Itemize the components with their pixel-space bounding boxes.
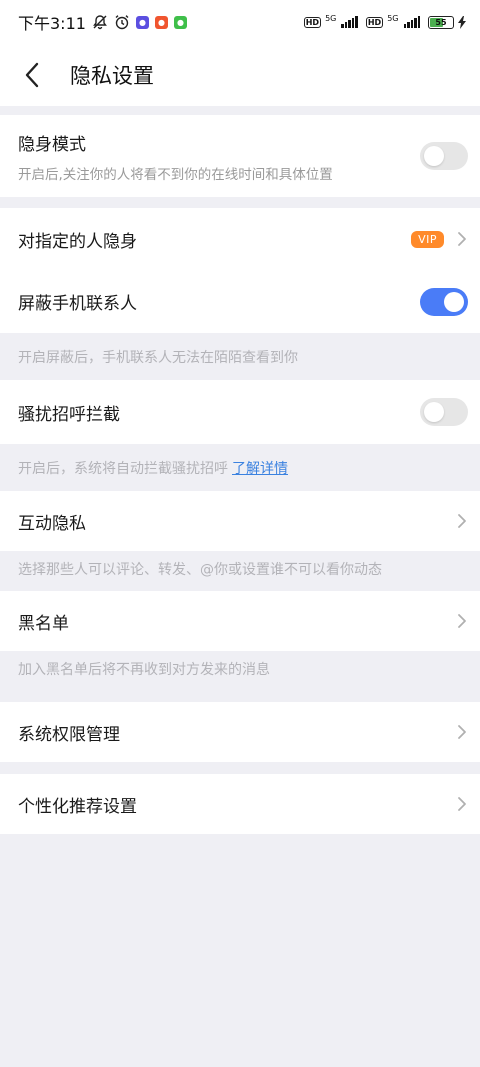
stealth-mode-row: 隐身模式 开启后,关注你的人将看不到你的在线时间和具体位置 xyxy=(0,115,480,197)
app-notification-icon: ● xyxy=(173,15,187,29)
back-button[interactable] xyxy=(0,44,64,106)
block-contacts-note: 开启屏蔽后，手机联系人无法在陌陌查看到你 xyxy=(18,350,298,366)
app-notification-icon: ● xyxy=(135,15,149,29)
charging-icon xyxy=(458,15,466,29)
hd-indicator: HD xyxy=(365,16,384,28)
stealth-mode-description: 开启后,关注你的人将看不到你的在线时间和具体位置 xyxy=(18,166,333,183)
stealth-mode-card: 隐身模式 开启后,关注你的人将看不到你的在线时间和具体位置 xyxy=(0,115,480,197)
blacklist-note: 加入黑名单后将不再收到对方发来的消息 xyxy=(18,662,270,678)
learn-more-link[interactable]: 了解详情 xyxy=(232,461,288,477)
signal-icon xyxy=(341,16,358,28)
permissions-card: 系统权限管理 xyxy=(0,702,480,762)
hide-from-specific-row[interactable]: 对指定的人隐身 VIP xyxy=(0,208,480,270)
block-contacts-label: 屏蔽手机联系人 xyxy=(18,294,137,314)
vip-badge: VIP xyxy=(411,230,444,248)
block-contacts-row: 屏蔽手机联系人 xyxy=(0,270,480,333)
visibility-card: 对指定的人隐身 VIP 屏蔽手机联系人 xyxy=(0,208,480,333)
chevron-right-icon xyxy=(458,797,466,811)
nav-header: 隐私设置 xyxy=(0,44,480,106)
stealth-mode-toggle[interactable] xyxy=(420,142,468,170)
battery-percent: 55 xyxy=(435,17,447,27)
system-permissions-label: 系统权限管理 xyxy=(18,724,120,745)
app-notification-icon: ● xyxy=(154,15,168,29)
personalized-recommend-label: 个性化推荐设置 xyxy=(18,796,137,817)
alarm-icon xyxy=(114,14,130,30)
harassment-note: 开启后，系统将自动拦截骚扰招呼 了解详情 xyxy=(18,458,288,478)
interaction-note: 选择那些人可以评论、转发、@你或设置谁不可以看你动态 xyxy=(18,562,382,578)
personalized-recommend-row[interactable]: 个性化推荐设置 xyxy=(0,774,480,834)
battery-icon: 55 xyxy=(428,15,454,29)
recommend-card: 个性化推荐设置 xyxy=(0,774,480,834)
signal-icon xyxy=(403,16,420,28)
chevron-left-icon xyxy=(25,62,39,88)
hd-indicator: HD xyxy=(303,16,322,28)
stealth-mode-label: 隐身模式 xyxy=(18,134,86,155)
harassment-card: 骚扰招呼拦截 xyxy=(0,380,480,444)
network-type: 5G xyxy=(325,13,337,23)
system-permissions-row[interactable]: 系统权限管理 xyxy=(0,702,480,762)
blacklist-card: 黑名单 xyxy=(0,591,480,651)
interaction-privacy-row[interactable]: 互动隐私 xyxy=(0,491,480,551)
chevron-right-icon xyxy=(458,725,466,739)
status-time: 下午3:11 xyxy=(18,14,86,33)
status-bar: 下午3:11 ● ● ● HD 5G HD 5G 55 xyxy=(0,0,480,44)
chevron-right-icon xyxy=(458,614,466,628)
block-contacts-toggle[interactable] xyxy=(420,287,468,316)
harassment-filter-row: 骚扰招呼拦截 xyxy=(0,380,480,444)
interaction-card: 互动隐私 xyxy=(0,491,480,551)
network-type: 5G xyxy=(387,13,399,23)
chevron-right-icon xyxy=(458,514,466,528)
blacklist-label: 黑名单 xyxy=(18,613,69,634)
harassment-note-text: 开启后，系统将自动拦截骚扰招呼 xyxy=(18,461,228,477)
harassment-filter-toggle[interactable] xyxy=(420,398,468,426)
harassment-filter-label: 骚扰招呼拦截 xyxy=(18,404,120,425)
chevron-right-icon xyxy=(458,232,466,246)
page-title: 隐私设置 xyxy=(70,64,154,88)
interaction-privacy-label: 互动隐私 xyxy=(18,513,86,534)
mute-bell-icon xyxy=(92,14,108,30)
hide-from-specific-label: 对指定的人隐身 xyxy=(18,231,137,252)
blacklist-row[interactable]: 黑名单 xyxy=(0,591,480,651)
